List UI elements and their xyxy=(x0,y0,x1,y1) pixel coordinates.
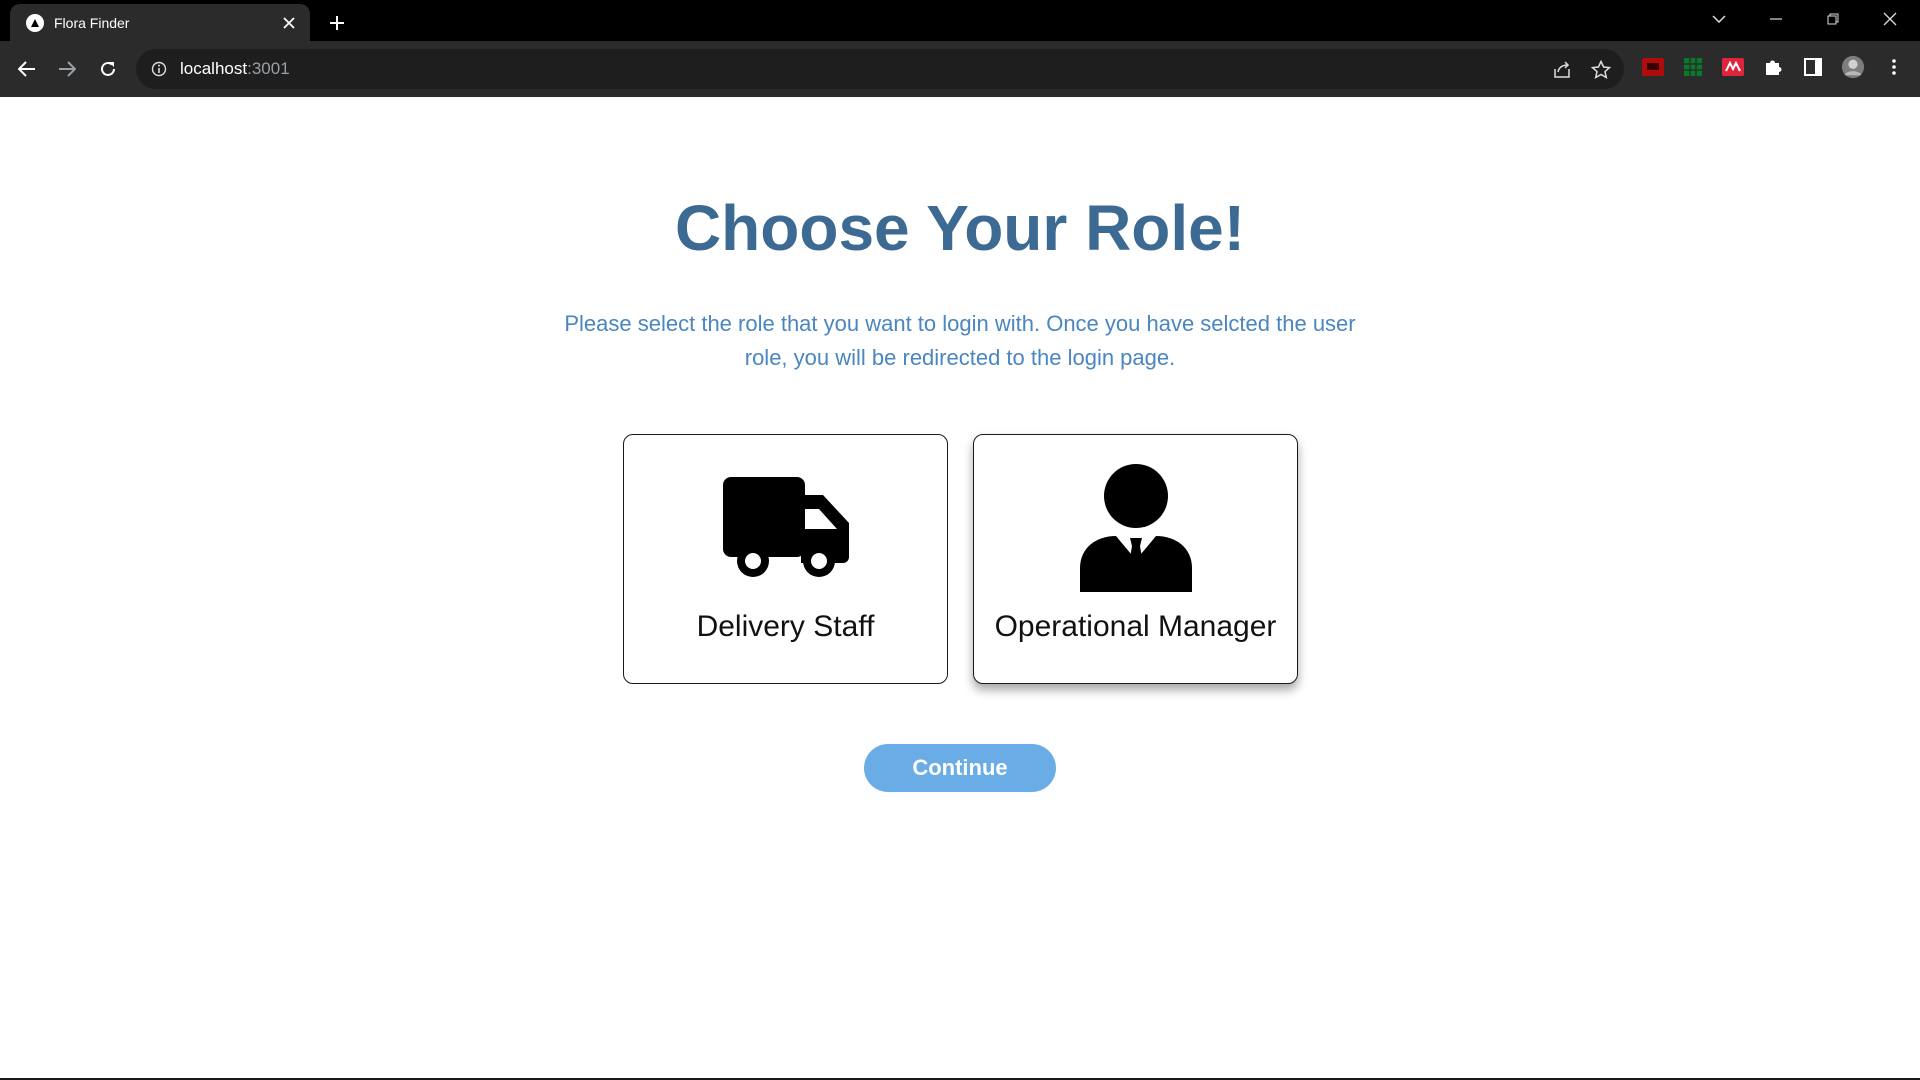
role-label: Delivery Staff xyxy=(696,610,875,643)
url-host: localhost xyxy=(180,59,248,78)
browser-menu-icon[interactable] xyxy=(1882,55,1906,79)
app-favicon-icon xyxy=(26,13,44,32)
extensions-puzzle-icon[interactable] xyxy=(1761,55,1785,79)
new-tab-icon[interactable] xyxy=(324,10,350,36)
role-label: Operational Manager xyxy=(994,610,1277,643)
minimize-icon[interactable] xyxy=(1756,4,1796,34)
role-card-delivery-staff[interactable]: Delivery Staff xyxy=(623,434,948,684)
tab-search-icon[interactable] xyxy=(1699,4,1739,34)
forward-icon[interactable] xyxy=(53,55,81,83)
extension-red-badge-icon[interactable] xyxy=(1721,55,1745,79)
businessman-icon xyxy=(974,463,1297,593)
tab-title: Flora Finder xyxy=(54,14,130,31)
continue-button[interactable]: Continue xyxy=(864,744,1056,792)
url-port: :3001 xyxy=(247,59,290,78)
page-title: Choose Your Role! xyxy=(674,192,1246,264)
profile-avatar-icon[interactable] xyxy=(1841,55,1865,79)
page-subtitle: Please select the role that you want to … xyxy=(564,311,1356,370)
bookmark-star-icon[interactable] xyxy=(1590,59,1612,81)
role-card-operational-manager[interactable]: Operational Manager xyxy=(973,434,1298,684)
site-info-icon[interactable] xyxy=(150,60,168,78)
close-window-icon[interactable] xyxy=(1870,4,1910,34)
back-icon[interactable] xyxy=(13,55,41,83)
browser-tab-bar: Flora Finder xyxy=(0,0,1920,41)
truck-icon xyxy=(624,463,947,593)
extension-red-icon[interactable] xyxy=(1641,55,1665,79)
browser-toolbar: localhost:3001 xyxy=(0,41,1920,97)
restore-icon[interactable] xyxy=(1813,4,1853,34)
role-selection-page: Choose Your Role! Please select the role… xyxy=(0,97,1920,1078)
reload-icon[interactable] xyxy=(94,55,122,83)
share-icon[interactable] xyxy=(1551,59,1573,81)
close-tab-icon[interactable] xyxy=(278,12,300,34)
extension-green-grid-icon[interactable] xyxy=(1681,55,1705,79)
address-bar[interactable]: localhost:3001 xyxy=(136,49,1624,89)
side-panel-icon[interactable] xyxy=(1801,55,1825,79)
browser-tab[interactable]: Flora Finder xyxy=(10,4,310,41)
